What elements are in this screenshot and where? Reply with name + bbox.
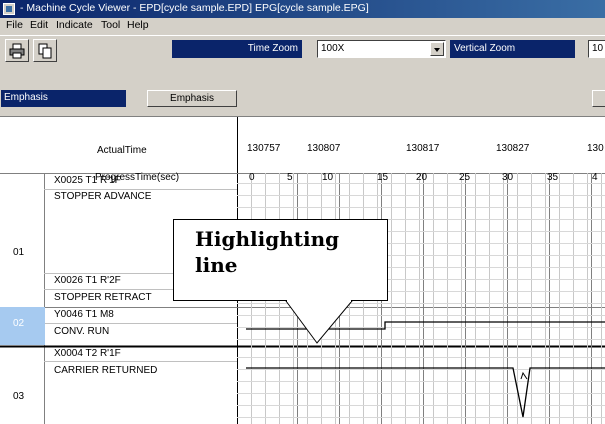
copy-icon xyxy=(38,43,52,59)
emphasis-label: Emphasis xyxy=(1,90,126,107)
group-number: 02 xyxy=(13,318,25,329)
time-zoom-label: Time Zoom xyxy=(172,40,302,58)
progress-tick: 35 xyxy=(547,172,559,183)
printer-icon xyxy=(9,43,25,59)
window-title: - Machine Cycle Viewer - EPD[cycle sampl… xyxy=(20,2,369,14)
print-button[interactable] xyxy=(5,39,29,62)
app-icon[interactable] xyxy=(3,3,15,15)
menu-indicate[interactable]: Indicate xyxy=(56,19,93,31)
progress-tick: 30 xyxy=(502,172,514,183)
carrier-returned-trace xyxy=(246,367,605,418)
signal-address[interactable]: X0026 T1 R'2F xyxy=(54,275,121,286)
signal-comment[interactable]: STOPPER RETRACT xyxy=(54,292,152,303)
progress-tick: 10 xyxy=(322,172,334,183)
actual-time-label: 130817 xyxy=(406,143,440,154)
emphasis-button[interactable]: Emphasis xyxy=(147,90,237,107)
signal-comment[interactable]: CARRIER RETURNED xyxy=(54,365,157,376)
actual-time-label: 130807 xyxy=(307,143,341,154)
actual-time-label: 130827 xyxy=(496,143,530,154)
trace-arrow-marker xyxy=(520,371,528,380)
right-toolbar-button[interactable] xyxy=(592,90,605,107)
menu-file[interactable]: File xyxy=(6,19,23,31)
actual-time-label: 130 xyxy=(587,143,604,154)
emphasis-row: Emphasis Emphasis xyxy=(0,88,605,108)
group-number[interactable]: 03 xyxy=(13,391,24,402)
signal-comment[interactable]: CONV. RUN xyxy=(54,326,109,337)
copy-button[interactable] xyxy=(33,39,57,62)
group-number[interactable]: 01 xyxy=(13,247,24,258)
actual-time-label: 130757 xyxy=(247,143,281,154)
signal-comment[interactable]: STOPPER ADVANCE xyxy=(54,191,151,202)
time-zoom-select[interactable]: 100X xyxy=(317,40,446,58)
signal-address[interactable]: X0004 T2 R'1F xyxy=(54,348,121,359)
progress-tick: 25 xyxy=(459,172,471,183)
toolbar: Time Zoom 100X Vertical Zoom 10 xyxy=(0,35,605,71)
time-zoom-value: 100X xyxy=(321,43,345,54)
progress-tick: 5 xyxy=(287,172,293,183)
vertical-zoom-select[interactable]: 10 xyxy=(588,40,605,58)
vertical-zoom-value: 10 xyxy=(592,43,604,54)
progress-tick: 0 xyxy=(249,172,255,183)
actual-time-header: ActualTime xyxy=(97,145,147,156)
chevron-down-icon[interactable] xyxy=(430,42,444,56)
progress-tick: 15 xyxy=(377,172,389,183)
group-highlight[interactable]: 02 xyxy=(0,307,45,345)
menu-bar: File Edit Indicate Tool Help xyxy=(0,18,605,34)
callout-text: Highlighting line xyxy=(195,227,340,277)
signal-address[interactable]: Y0046 T1 M8 xyxy=(54,309,114,320)
menu-tool[interactable]: Tool xyxy=(101,19,120,31)
menu-help[interactable]: Help xyxy=(127,19,149,31)
vertical-zoom-label: Vertical Zoom xyxy=(450,40,575,58)
signal-address[interactable]: X0025 T1 R'1F xyxy=(54,175,121,186)
progress-tick: 4 xyxy=(592,172,598,183)
menu-edit[interactable]: Edit xyxy=(30,19,48,31)
title-bar: - Machine Cycle Viewer - EPD[cycle sampl… xyxy=(0,0,605,18)
progress-tick: 20 xyxy=(416,172,428,183)
